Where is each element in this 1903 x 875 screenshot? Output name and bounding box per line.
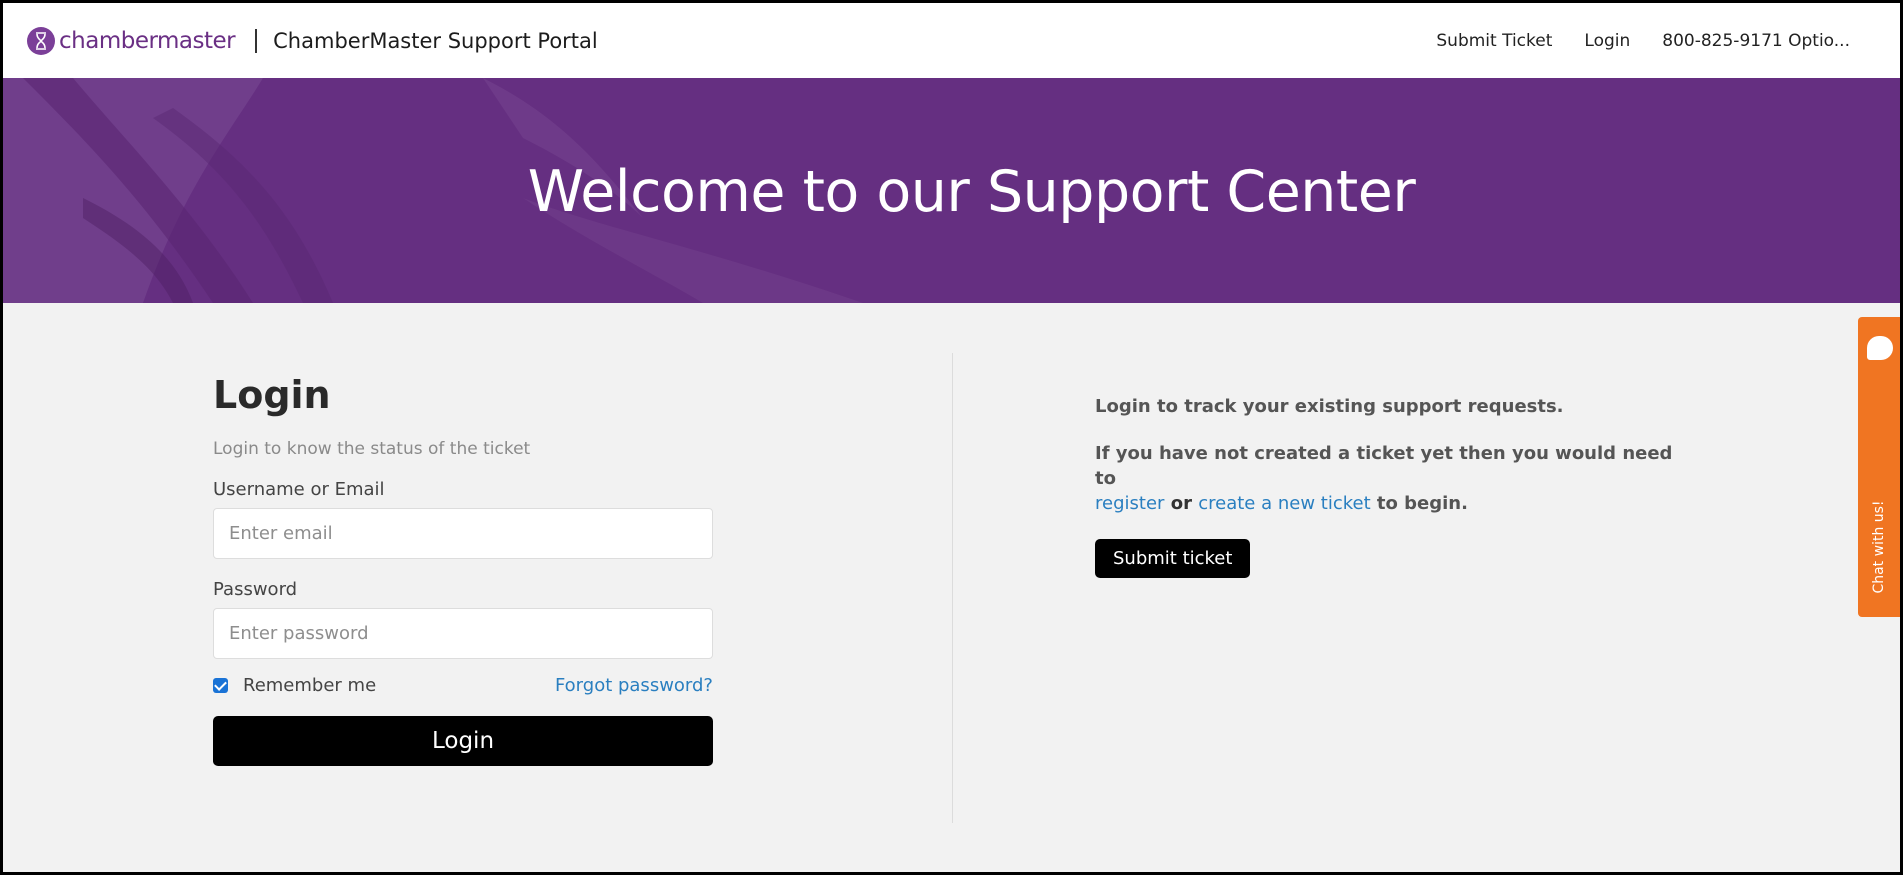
- login-button[interactable]: Login: [213, 716, 713, 766]
- password-label: Password: [213, 579, 298, 600]
- hero-banner: Welcome to our Support Center: [3, 78, 1900, 303]
- chambermaster-logo[interactable]: chambermaster: [27, 26, 236, 55]
- top-bar: chambermaster ChamberMaster Support Port…: [3, 3, 1900, 78]
- hourglass-icon: [27, 26, 55, 55]
- register-link[interactable]: register: [1095, 493, 1164, 514]
- page-frame: chambermaster ChamberMaster Support Port…: [3, 3, 1900, 872]
- remember-me[interactable]: Remember me: [213, 675, 376, 696]
- chat-label: Chat with us!: [1871, 500, 1887, 594]
- info-prefix: If you have not created a ticket yet the…: [1095, 443, 1673, 489]
- nav-submit-ticket[interactable]: Submit Ticket: [1436, 31, 1552, 51]
- password-field[interactable]: [213, 608, 713, 659]
- create-ticket-link[interactable]: create a new ticket: [1198, 493, 1370, 514]
- remember-checkbox[interactable]: [213, 678, 228, 693]
- info-register-text: If you have not created a ticket yet the…: [1095, 441, 1695, 516]
- username-label: Username or Email: [213, 479, 385, 500]
- nav-login[interactable]: Login: [1584, 31, 1630, 51]
- email-field[interactable]: [213, 508, 713, 559]
- info-suffix: to begin.: [1376, 493, 1468, 514]
- chat-bubble-icon: [1867, 336, 1893, 360]
- content-divider: [952, 353, 953, 823]
- nav-phone[interactable]: 800-825-9171 Optio...: [1662, 31, 1850, 51]
- submit-ticket-button[interactable]: Submit ticket: [1095, 539, 1251, 578]
- logo-text: chambermaster: [59, 27, 236, 54]
- remember-label: Remember me: [243, 675, 377, 696]
- top-nav: Submit Ticket Login 800-825-9171 Optio..…: [1436, 3, 1850, 78]
- or-text: or: [1170, 493, 1192, 514]
- chat-widget-tab[interactable]: Chat with us!: [1858, 317, 1900, 617]
- portal-title: ChamberMaster Support Portal: [273, 28, 598, 53]
- info-track-text: Login to track your existing support req…: [1095, 396, 1564, 417]
- forgot-password-link[interactable]: Forgot password?: [555, 675, 713, 696]
- info-panel: Login to track your existing support req…: [1095, 396, 1695, 578]
- login-panel: Login Login to know the status of the ti…: [213, 373, 713, 766]
- login-subtitle: Login to know the status of the ticket: [213, 439, 531, 459]
- login-heading: Login: [213, 373, 331, 417]
- remember-row: Remember me Forgot password?: [213, 675, 713, 696]
- hero-title: Welcome to our Support Center: [527, 158, 1416, 225]
- header-divider: [255, 28, 258, 53]
